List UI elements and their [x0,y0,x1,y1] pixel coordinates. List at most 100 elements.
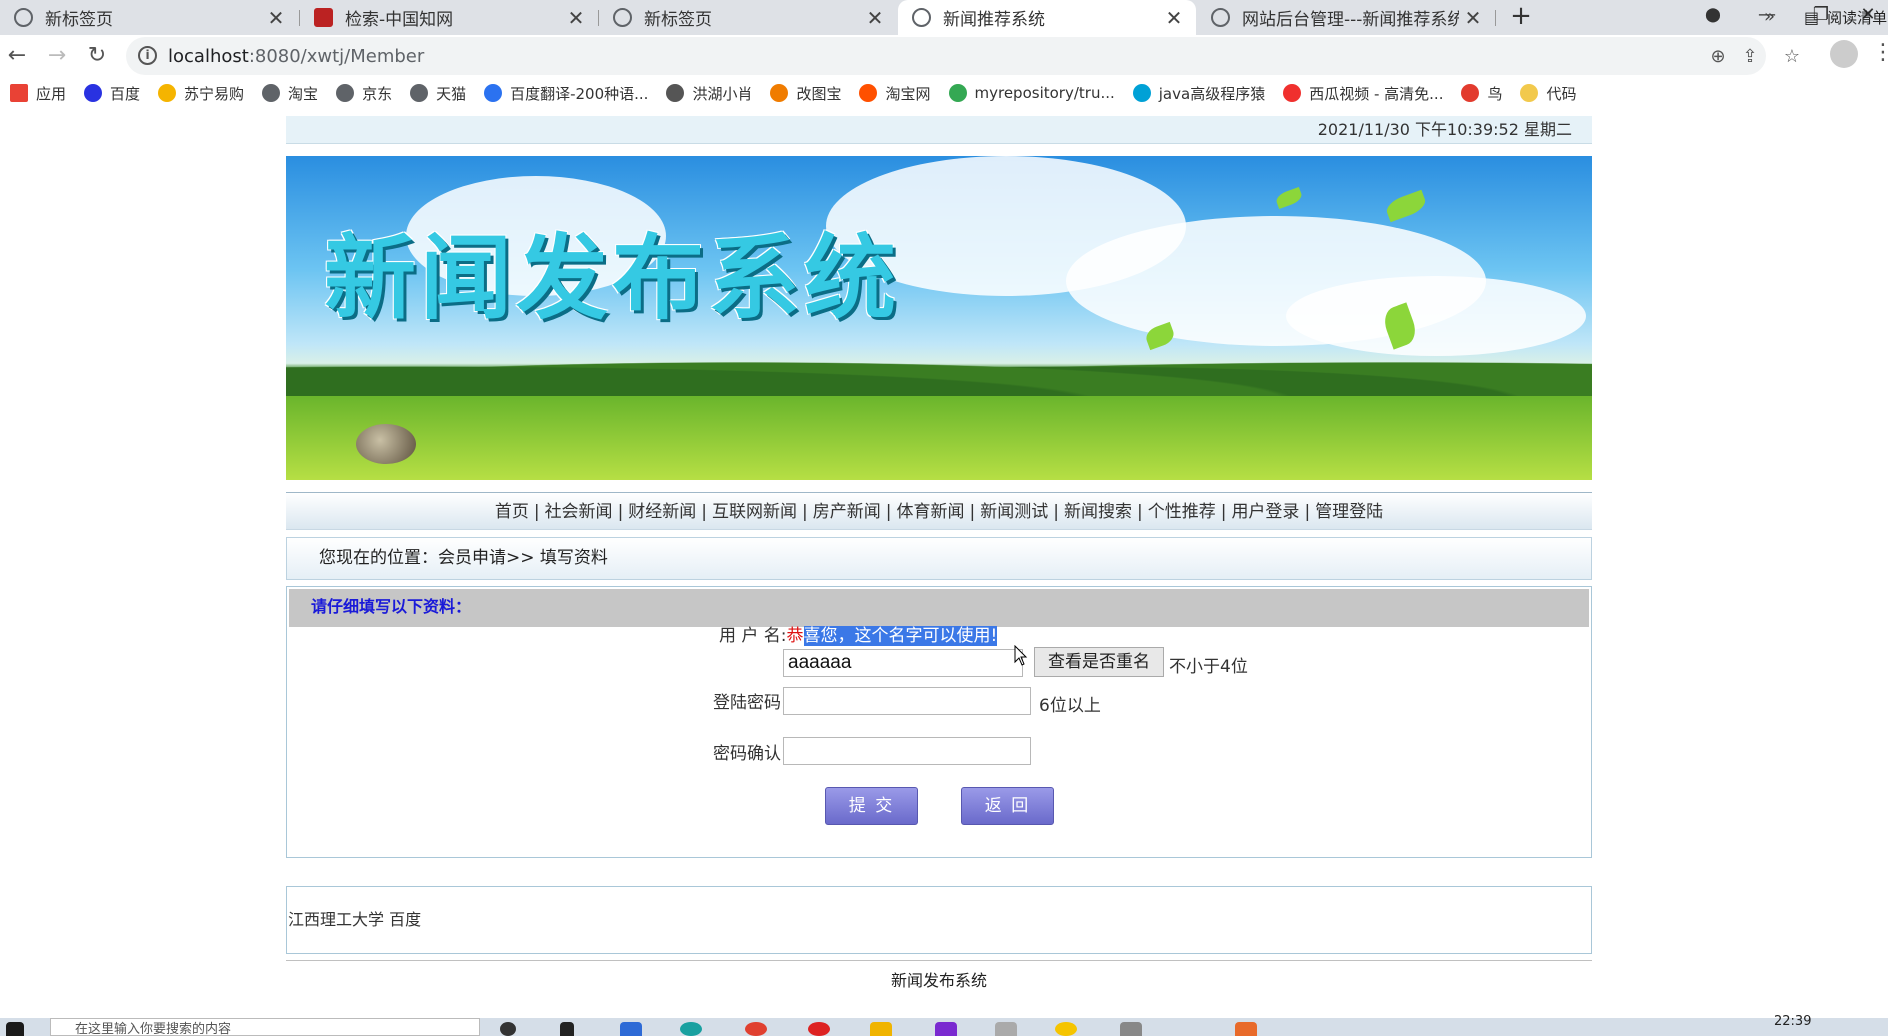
bookmark-item[interactable]: myrepository/tru... [948,84,1115,102]
nav-link[interactable]: 体育新闻 [897,502,965,522]
app-icon[interactable] [680,1022,702,1036]
app-icon[interactable] [935,1022,957,1036]
reload-icon[interactable]: ↻ [80,39,114,73]
bookmark-star-icon[interactable]: ☆ [1780,45,1804,69]
zoom-icon[interactable]: ⊕ [1706,45,1730,69]
nav-separator: | [969,502,976,522]
chrome-globe-icon [613,8,632,27]
tab-new-tab-2[interactable]: 新标签页 ✕ [599,0,897,35]
nav-separator: | [1220,502,1227,522]
task-view-icon[interactable] [560,1022,574,1036]
nav-link[interactable]: 新闻测试 [980,502,1048,522]
share-icon[interactable]: ⇪ [1738,45,1762,69]
app-icon[interactable] [808,1022,830,1036]
nav-separator: | [885,502,892,522]
chrome-taskbar-icon[interactable] [745,1022,767,1036]
bookmark-label: 京东 [362,84,393,103]
app-icon[interactable] [995,1022,1017,1036]
app-icon[interactable] [1120,1022,1142,1036]
tab-new-tab-1[interactable]: 新标签页 ✕ [0,0,298,35]
profile-avatar-icon[interactable] [1830,40,1858,68]
bookmark-item[interactable]: 改图宝 [770,83,841,104]
taskbar-search-input[interactable]: 在这里输入你要搜索的内容 [50,1018,480,1036]
main-nav: 首页 | 社会新闻 | 财经新闻 | 互联网新闻 | 房产新闻 | 体育新闻 | 新闻测试 | 新闻搜索 | 个… [286,492,1592,530]
nav-link[interactable]: 管理登陆 [1315,502,1383,522]
username-input[interactable] [783,649,1023,677]
tab-news-recommend[interactable]: 新闻推荐系统 ✕ [898,0,1196,35]
bookmark-item[interactable]: java高级程序猿 [1132,83,1265,104]
footer-links[interactable]: 江西理工大学 百度 [288,910,421,929]
address-bar[interactable]: i localhost:8080/xwtj/Member ⊕ ⇪ [126,37,1766,75]
nav-link[interactable]: 首页 [495,502,529,522]
tab-cnki[interactable]: 检索-中国知网 ✕ [300,0,598,35]
check-duplicate-button[interactable]: 查看是否重名 [1034,647,1164,677]
bookmark-label: 改图宝 [796,84,842,103]
confirm-password-input[interactable] [783,737,1031,765]
bird-icon [666,84,685,102]
tab-admin[interactable]: 网站后台管理---新闻推荐系统 ✕ [1197,0,1495,35]
bookmark-label: 淘宝网 [885,84,931,103]
back-arrow-icon[interactable]: ← [0,39,34,73]
submit-button[interactable]: 提 交 [825,787,918,825]
nav-link[interactable]: 新闻搜索 [1064,502,1132,522]
nav-link[interactable]: 互联网新闻 [712,502,797,522]
windows-start-icon[interactable] [6,1022,24,1036]
nav-link[interactable]: 用户登录 [1231,502,1299,522]
tab-title: 新标签页 [45,10,113,30]
nav-link[interactable]: 社会新闻 [545,502,613,522]
close-icon[interactable]: ✕ [1160,6,1188,30]
tab-search-chevron-icon[interactable]: ⬤ [1686,0,1740,35]
bookmark-item[interactable]: 鸟 [1461,83,1502,104]
bookmark-item[interactable]: 京东 [336,83,392,104]
nav-link[interactable]: 个性推荐 [1148,502,1216,522]
tab-strip: 新标签页 ✕ 检索-中国知网 ✕ 新标签页 ✕ 新闻推荐系统 ✕ 网站后台管理-… [0,0,1888,35]
apps-grid-icon [10,84,28,102]
taskbar-clock[interactable]: 22:39 [1774,1014,1811,1029]
bookmark-item[interactable]: 应用 [10,83,66,104]
new-tab-plus-icon[interactable]: + [1506,0,1536,35]
password-input[interactable] [783,687,1031,715]
bookmark-item[interactable]: 西瓜视频 - 高清免... [1283,83,1443,104]
footer-title: 新闻发布系统 [286,960,1592,990]
bookmark-item[interactable]: 洪湖小肖 [666,83,752,104]
breadcrumb-text: 您现在的位置：会员申请>> 填写资料 [319,548,608,568]
more-menu-icon[interactable]: ⋮ [1872,40,1888,65]
bookmark-item[interactable]: 百度翻译-200种语... [484,83,648,104]
chrome-icon [948,84,967,102]
url-path: :8080/xwtj/Member [248,46,425,67]
app-icon[interactable] [1235,1022,1257,1036]
forward-arrow-icon[interactable]: → [40,39,74,73]
taobao-icon [859,84,878,102]
bookmark-item[interactable]: 代码 [1520,83,1577,104]
site-info-icon[interactable]: i [138,46,157,65]
globe-icon [262,84,281,102]
translate-icon [484,84,503,102]
datetime-bar: 2021/11/30 下午10:39:52 星期二 [286,116,1592,144]
bird-red-icon [1461,84,1480,102]
bookmark-item[interactable]: 天猫 [410,83,466,104]
back-button[interactable]: 返 回 [961,787,1054,825]
close-icon[interactable]: ✕ [262,6,290,30]
xigua-icon [1283,84,1302,102]
close-icon[interactable]: ✕ [562,6,590,30]
more-bookmarks-chevron-icon[interactable]: » [1764,6,1775,27]
suning-icon [158,84,177,102]
nav-link[interactable]: 房产新闻 [813,502,881,522]
app-icon[interactable] [1055,1022,1077,1036]
bookmark-item[interactable]: 百度 [84,83,140,104]
username-label: 用 户 名: [719,626,787,646]
close-icon[interactable]: ✕ [1459,6,1487,30]
app-icon[interactable] [620,1022,642,1036]
bookmark-item[interactable]: 淘宝网 [859,83,931,104]
file-explorer-icon[interactable] [870,1022,892,1036]
nav-separator: | [802,502,808,522]
bookmark-item[interactable]: 淘宝 [262,83,318,104]
nav-link[interactable]: 财经新闻 [628,502,696,522]
url-text[interactable]: localhost:8080/xwtj/Member [168,46,424,67]
close-icon[interactable]: ✕ [861,6,889,30]
bookmark-item[interactable]: 苏宁易购 [158,83,244,104]
cortana-icon[interactable] [500,1022,516,1036]
url-host: localhost [168,46,249,67]
confirm-password-label: 密码确认: [713,744,787,764]
reading-list-button[interactable]: ▤ 阅读清单 [1804,7,1887,28]
